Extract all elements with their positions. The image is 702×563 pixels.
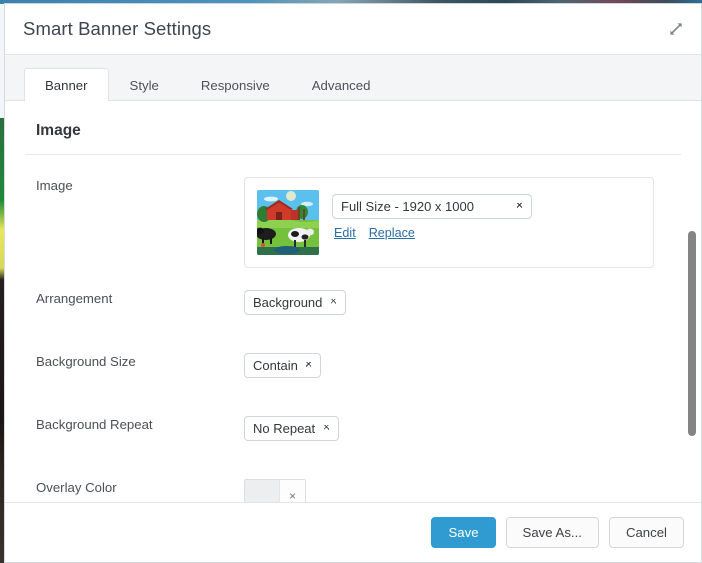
- form-row-background-repeat: Background Repeat No Repeat: [25, 416, 681, 460]
- smart-banner-settings-dialog: Smart Banner Settings Banner Style Respo…: [4, 3, 702, 563]
- dialog-body: Image Image Full Size - 1920 x 1000 Edit…: [5, 101, 701, 502]
- cancel-button[interactable]: Cancel: [608, 517, 684, 548]
- background-size-select[interactable]: Contain: [244, 353, 321, 378]
- dialog-tabs: Banner Style Responsive Advanced: [5, 55, 701, 101]
- tab-style[interactable]: Style: [109, 68, 180, 101]
- page-title: Smart Banner Settings: [23, 18, 212, 39]
- overlay-color-control: ×: [244, 479, 306, 502]
- label-background-repeat: Background Repeat: [36, 417, 153, 432]
- edit-image-link[interactable]: Edit: [334, 226, 356, 240]
- expand-diagonal-icon[interactable]: [665, 18, 687, 40]
- section-heading-image: Image: [36, 122, 81, 139]
- form-row-overlay-color: Overlay Color ×: [25, 479, 681, 502]
- form-row-arrangement: Arrangement Background: [25, 290, 681, 334]
- save-button[interactable]: Save: [431, 517, 496, 548]
- image-picker-panel: Full Size - 1920 x 1000 Edit Replace: [244, 177, 654, 268]
- image-size-select[interactable]: Full Size - 1920 x 1000: [332, 194, 532, 219]
- overlay-color-swatch[interactable]: [245, 480, 279, 502]
- image-thumbnail[interactable]: [257, 190, 319, 255]
- tab-advanced[interactable]: Advanced: [291, 68, 392, 101]
- save-as-button[interactable]: Save As...: [505, 517, 599, 548]
- tab-banner[interactable]: Banner: [24, 68, 109, 101]
- form-row-image: Image Full Size - 1920 x 1000 Edit Repla…: [25, 177, 681, 268]
- section-divider: [25, 154, 681, 155]
- background-repeat-select[interactable]: No Repeat: [244, 416, 339, 441]
- scrollbar-thumb[interactable]: [688, 231, 696, 436]
- clear-color-icon[interactable]: ×: [279, 480, 305, 502]
- body-scrollbar[interactable]: [684, 101, 698, 502]
- label-arrangement: Arrangement: [36, 291, 113, 306]
- dialog-header: Smart Banner Settings: [5, 4, 701, 55]
- tab-responsive[interactable]: Responsive: [180, 68, 291, 101]
- label-image: Image: [36, 178, 73, 193]
- label-overlay-color: Overlay Color: [36, 480, 117, 495]
- arrangement-select[interactable]: Background: [244, 290, 346, 315]
- replace-image-link[interactable]: Replace: [369, 226, 415, 240]
- form-row-background-size: Background Size Contain: [25, 353, 681, 397]
- label-background-size: Background Size: [36, 354, 136, 369]
- dialog-footer: Save Save As... Cancel: [5, 502, 701, 562]
